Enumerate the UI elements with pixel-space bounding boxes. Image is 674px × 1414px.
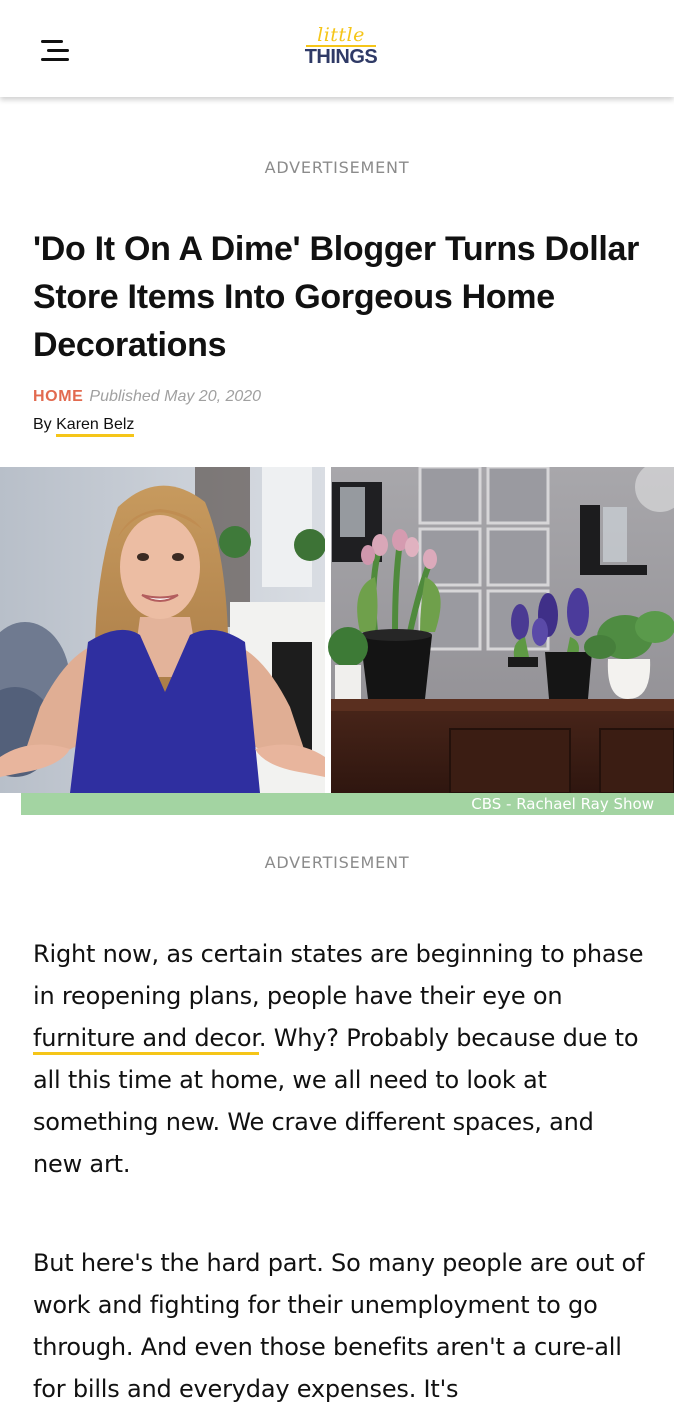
logo-bottom-text: THINGS bbox=[304, 46, 378, 68]
site-logo[interactable]: little THINGS bbox=[296, 26, 386, 74]
article-paragraph-1: Right now, as certain states are beginni… bbox=[33, 933, 648, 1185]
image-credit: CBS - Rachael Ray Show bbox=[471, 795, 654, 813]
advertisement-label: ADVERTISEMENT bbox=[264, 158, 410, 177]
category-link[interactable]: HOME bbox=[33, 388, 83, 405]
author-link[interactable]: Karen Belz bbox=[56, 416, 135, 437]
image-caption-bar: CBS - Rachael Ray Show bbox=[21, 793, 674, 815]
hero-image-illustration bbox=[0, 467, 674, 793]
article-meta: HOME Published May 20, 2020 bbox=[33, 386, 261, 408]
hero-image bbox=[0, 467, 674, 793]
byline-prefix: By bbox=[33, 416, 52, 433]
byline: By Karen Belz bbox=[33, 414, 135, 437]
top-navigation-bar: little THINGS bbox=[0, 0, 674, 97]
advertisement-label-2: ADVERTISEMENT bbox=[264, 853, 410, 872]
article-paragraph-2: But here's the hard part. So many people… bbox=[33, 1249, 645, 1403]
publish-date: Published May 20, 2020 bbox=[89, 388, 262, 405]
article-title: 'Do It On A Dime' Blogger Turns Dollar S… bbox=[33, 230, 640, 364]
furniture-decor-link[interactable]: furniture and decor bbox=[33, 1024, 259, 1055]
paragraph-1-text-a: Right now, as certain states are beginni… bbox=[33, 940, 644, 1010]
hamburger-menu-icon[interactable] bbox=[36, 34, 76, 66]
logo-top-text: little bbox=[317, 24, 365, 46]
